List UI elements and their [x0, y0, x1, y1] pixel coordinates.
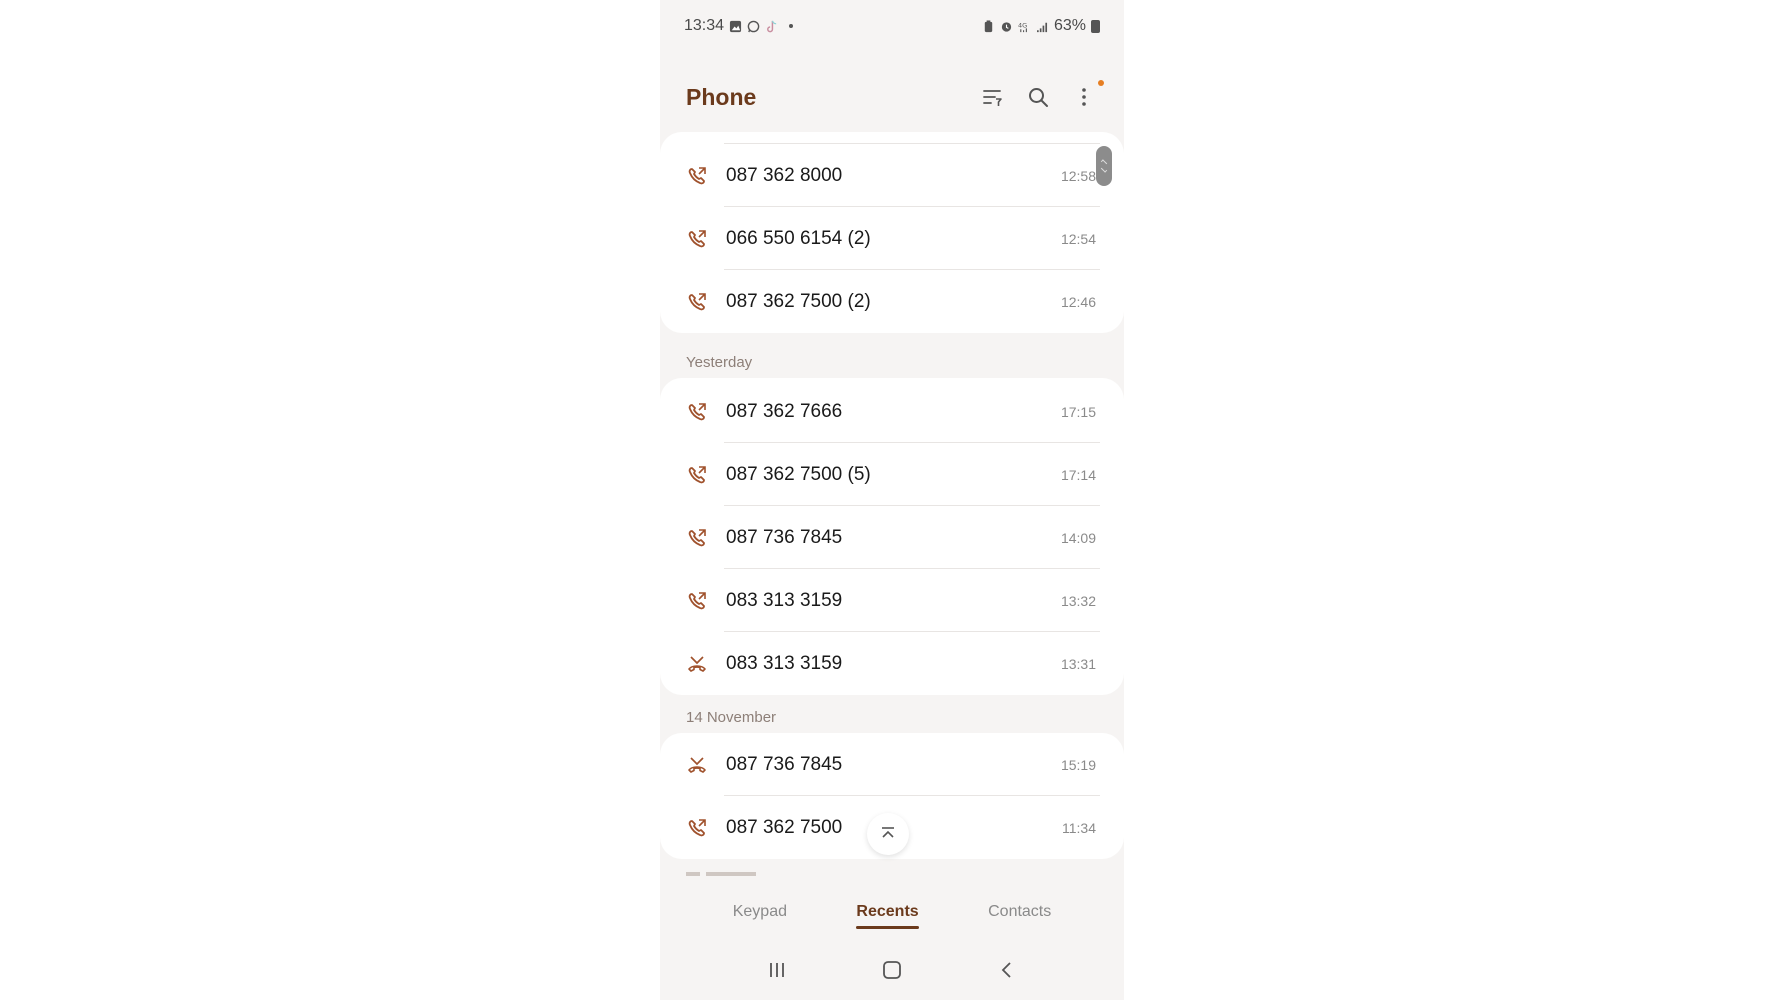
- call-row[interactable]: 087 362 7500 (5) 17:14: [660, 443, 1124, 506]
- card-top-padding: [660, 132, 1124, 144]
- status-bar: 13:34 4G 63%: [660, 0, 1124, 52]
- calls-card-today: 087 362 8000 12:58 066 550 6154 (2) 12:5…: [660, 132, 1124, 333]
- outgoing-call-icon: [686, 165, 708, 187]
- section-header-yesterday: Yesterday: [686, 354, 753, 371]
- recent-apps-icon: [770, 963, 785, 977]
- call-time: 12:58: [1060, 167, 1096, 184]
- call-row[interactable]: 087 736 7845 15:19: [660, 733, 1124, 796]
- bottom-tabs: Keypad Recents Contacts: [660, 895, 1124, 935]
- call-number: 083 313 3159: [726, 589, 843, 611]
- system-nav-bar: [660, 940, 1124, 1000]
- next-section-header-peek: [686, 872, 756, 876]
- status-time: 13:34: [684, 17, 725, 34]
- call-row[interactable]: 087 362 7500 (2) 12:46: [660, 270, 1124, 333]
- call-row[interactable]: 083 313 3159 13:31: [660, 632, 1124, 695]
- call-time: 12:54: [1060, 230, 1096, 247]
- outgoing-call-icon: [686, 817, 708, 839]
- more-options-button[interactable]: [1070, 80, 1104, 111]
- cell-signal-icon: [1036, 22, 1048, 32]
- svg-text:4G: 4G: [1018, 21, 1027, 29]
- outgoing-call-icon: [686, 527, 708, 549]
- call-number: 087 362 7500 (2): [726, 290, 871, 312]
- battery-icon: [1091, 19, 1100, 33]
- battery-saver-icon: [984, 19, 993, 32]
- call-time: 13:32: [1060, 592, 1096, 609]
- call-time: 15:19: [1060, 756, 1096, 773]
- app-header: Phone: [686, 74, 1104, 120]
- missed-call-icon: [686, 754, 708, 776]
- filter-icon: [983, 90, 1002, 106]
- gallery-icon: [729, 20, 742, 32]
- tab-recents[interactable]: Recents: [856, 903, 919, 929]
- call-row[interactable]: 087 736 7845 14:09: [660, 506, 1124, 569]
- home-icon: [883, 961, 901, 979]
- search-icon: [1029, 88, 1048, 107]
- call-number: 087 362 8000: [726, 164, 843, 186]
- search-button[interactable]: [1024, 83, 1052, 111]
- call-number: 087 362 7666: [726, 400, 843, 422]
- more-vertical-icon: [1082, 88, 1086, 106]
- back-icon: [1001, 962, 1011, 978]
- call-time: 17:15: [1060, 403, 1096, 420]
- recent-apps-button[interactable]: [762, 955, 792, 985]
- chevron-up-icon: [882, 827, 894, 838]
- phone-screen: 13:34 4G 63% Phone 087 362 8000 12:58 06…: [660, 0, 1124, 1000]
- more-notifications-dot: [789, 24, 794, 28]
- section-header-14-november: 14 November: [686, 709, 777, 726]
- calls-card-yesterday: 087 362 7666 17:15 087 362 7500 (5) 17:1…: [660, 378, 1124, 695]
- call-number: 087 736 7845: [726, 753, 843, 775]
- tiktok-icon: [767, 20, 777, 32]
- outgoing-call-icon: [686, 228, 708, 250]
- page-title: Phone: [686, 83, 757, 110]
- 4g-signal-icon: 4G: [1018, 21, 1027, 32]
- call-row[interactable]: 083 313 3159 13:32: [660, 569, 1124, 632]
- notification-badge: [1098, 80, 1104, 86]
- alarm-icon: [1001, 21, 1012, 32]
- tab-keypad[interactable]: Keypad: [733, 903, 787, 927]
- filter-button[interactable]: [978, 83, 1006, 111]
- call-row[interactable]: 087 362 7666 17:15: [660, 380, 1124, 443]
- whatsapp-icon: [747, 20, 760, 32]
- back-button[interactable]: [992, 955, 1022, 985]
- call-time: 11:34: [1062, 819, 1096, 836]
- status-left: 13:34: [684, 17, 794, 35]
- outgoing-call-icon: [686, 590, 708, 612]
- call-time: 12:46: [1060, 293, 1096, 310]
- missed-call-icon: [686, 653, 708, 675]
- fast-scroll-thumb[interactable]: [1096, 146, 1112, 186]
- call-number: 066 550 6154 (2): [726, 227, 871, 249]
- call-number: 087 362 7500 (5): [726, 463, 871, 485]
- status-right: 4G 63%: [982, 17, 1100, 35]
- outgoing-call-icon: [686, 464, 708, 486]
- call-row[interactable]: 066 550 6154 (2) 12:54: [660, 207, 1124, 270]
- battery-percent: 63%: [1053, 17, 1086, 34]
- call-number: 083 313 3159: [726, 652, 843, 674]
- outgoing-call-icon: [686, 291, 708, 313]
- call-time: 17:14: [1060, 466, 1096, 483]
- outgoing-call-icon: [686, 401, 708, 423]
- call-number: 087 736 7845: [726, 526, 843, 548]
- call-time: 13:31: [1060, 655, 1096, 672]
- call-time: 14:09: [1060, 529, 1096, 546]
- header-actions: [978, 80, 1104, 111]
- home-button[interactable]: [877, 955, 907, 985]
- call-row[interactable]: 087 362 8000 12:58: [660, 144, 1124, 207]
- call-number: 087 362 7500: [726, 816, 843, 838]
- scroll-to-top-button[interactable]: [867, 813, 909, 855]
- tab-contacts[interactable]: Contacts: [988, 903, 1051, 927]
